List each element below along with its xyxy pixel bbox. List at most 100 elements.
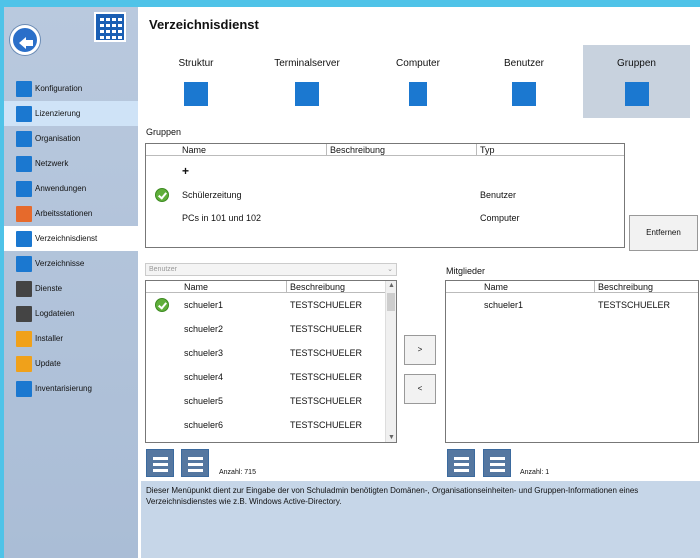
- check-icon: [155, 188, 169, 202]
- type-filter-select[interactable]: Benutzer ⌄: [145, 263, 397, 276]
- column-header[interactable]: Beschreibung: [598, 282, 653, 292]
- vertical-scrollbar[interactable]: ▲ ▼: [385, 281, 396, 442]
- tab-label: Struktur: [178, 58, 214, 69]
- user-name: schueler3: [184, 348, 224, 358]
- user-name: schueler1: [184, 300, 224, 310]
- structure-icon: [184, 82, 208, 106]
- user-description: TESTSCHUELER: [290, 300, 363, 310]
- sidebar-item-label: Update: [35, 359, 61, 368]
- sidebar-item-lizenzierung[interactable]: Lizenzierung: [4, 101, 138, 126]
- sidebar-item-label: Konfiguration: [35, 84, 83, 93]
- scroll-up-icon[interactable]: ▲: [388, 282, 395, 289]
- installer-icon: [16, 330, 32, 347]
- remove-member-button[interactable]: <: [404, 374, 436, 404]
- table-row[interactable]: schueler4 TESTSCHUELER: [146, 367, 385, 387]
- table-row[interactable]: schueler5 TESTSCHUELER: [146, 391, 385, 411]
- select-all-icon[interactable]: [447, 449, 475, 477]
- user-name: schueler6: [184, 420, 224, 430]
- sidebar-item-inventarisierung[interactable]: Inventarisierung: [4, 376, 138, 401]
- help-text: Dieser Menüpunkt dient zur Eingabe der v…: [146, 486, 639, 506]
- table-row[interactable]: Schülerzeitung Benutzer: [146, 185, 624, 205]
- tab-gruppen[interactable]: Gruppen: [583, 45, 690, 118]
- column-header[interactable]: Typ: [480, 145, 495, 155]
- table-row[interactable]: schueler1 TESTSCHUELER: [446, 295, 698, 315]
- sidebar-item-logdateien[interactable]: Logdateien: [4, 301, 138, 326]
- sidebar-item-installer[interactable]: Installer: [4, 326, 138, 351]
- sidebar-item-update[interactable]: Update: [4, 351, 138, 376]
- sidebar-item-netzwerk[interactable]: Netzwerk: [4, 151, 138, 176]
- group-type: Benutzer: [480, 190, 517, 200]
- groups-section-label: Gruppen: [146, 127, 182, 137]
- table-row[interactable]: schueler1 TESTSCHUELER: [146, 295, 385, 315]
- group-name: PCs in 101 und 102: [182, 213, 262, 223]
- user-description: TESTSCHUELER: [290, 324, 363, 334]
- select-all-icon[interactable]: [146, 449, 174, 477]
- page-title: Verzeichnisdienst: [149, 17, 259, 32]
- members-table: Name Beschreibung schueler1 TESTSCHUELER: [445, 280, 699, 443]
- list-view-icon[interactable]: [483, 449, 511, 477]
- sidebar-item-label: Verzeichnisdienst: [35, 234, 98, 243]
- scroll-down-icon[interactable]: ▼: [388, 434, 395, 441]
- tab-label: Benutzer: [503, 58, 545, 69]
- column-header[interactable]: Beschreibung: [290, 282, 345, 292]
- gear-icon: [16, 80, 32, 97]
- sidebar-item-verzeichnisse[interactable]: Verzeichnisse: [4, 251, 138, 276]
- groups-icon: [624, 82, 649, 106]
- inventory-icon: [16, 380, 32, 397]
- column-header[interactable]: Name: [484, 282, 508, 292]
- directory-icon: [16, 230, 32, 247]
- tab-label: Terminalserver: [274, 58, 340, 69]
- table-row[interactable]: PCs in 101 und 102 Computer: [146, 208, 624, 228]
- add-icon[interactable]: +: [182, 164, 189, 178]
- sidebar-item-verzeichnisdienst[interactable]: Verzeichnisdienst: [4, 226, 138, 251]
- sidebar-item-konfiguration[interactable]: Konfiguration: [4, 76, 138, 101]
- window-icon: [16, 180, 32, 197]
- group-type: Computer: [480, 213, 520, 223]
- table-row[interactable]: schueler3 TESTSCHUELER: [146, 343, 385, 363]
- add-member-button[interactable]: >: [404, 335, 436, 365]
- table-row[interactable]: schueler6 TESTSCHUELER: [146, 415, 385, 435]
- table-header: Name Beschreibung: [146, 281, 385, 293]
- tab-label: Gruppen: [617, 58, 656, 69]
- workstation-icon: [16, 205, 32, 222]
- tab-benutzer[interactable]: Benutzer: [484, 45, 564, 118]
- sidebar-item-organisation[interactable]: Organisation: [4, 126, 138, 151]
- column-header[interactable]: Beschreibung: [330, 145, 385, 155]
- sidebar-item-arbeitsstationen[interactable]: Arbeitsstationen: [4, 201, 138, 226]
- tab-struktur[interactable]: Struktur: [156, 45, 236, 118]
- sidebar-item-label: Arbeitsstationen: [35, 209, 93, 218]
- list-view-icon[interactable]: [181, 449, 209, 477]
- update-icon: [16, 355, 32, 372]
- remove-button[interactable]: Entfernen: [629, 215, 698, 251]
- tab-computer[interactable]: Computer: [378, 45, 458, 118]
- check-icon: [155, 298, 169, 312]
- table-row[interactable]: schueler2 TESTSCHUELER: [146, 319, 385, 339]
- user-description: TESTSCHUELER: [290, 420, 363, 430]
- help-text-panel: Dieser Menüpunkt dient zur Eingabe der v…: [141, 481, 700, 558]
- user-description: TESTSCHUELER: [290, 372, 363, 382]
- select-value: Benutzer: [149, 266, 178, 273]
- scroll-thumb[interactable]: [387, 293, 395, 311]
- sidebar-item-dienste[interactable]: Dienste: [4, 276, 138, 301]
- sidebar-item-label: Dienste: [35, 284, 63, 293]
- tab-terminalserver[interactable]: Terminalserver: [267, 45, 347, 118]
- network-icon: [16, 155, 32, 172]
- log-icon: [16, 305, 32, 322]
- members-section-label: Mitglieder: [446, 266, 486, 276]
- folder-icon: [16, 255, 32, 272]
- sidebar-item-anwendungen[interactable]: Anwendungen: [4, 176, 138, 201]
- column-header[interactable]: Name: [184, 282, 208, 292]
- tab-bar: Struktur Terminalserver Computer Benutze…: [145, 45, 700, 118]
- sidebar-item-label: Verzeichnisse: [35, 259, 85, 268]
- sidebar-item-label: Anwendungen: [35, 184, 87, 193]
- sidebar-item-label: Installer: [35, 334, 64, 343]
- terminalserver-icon: [295, 82, 319, 106]
- chevron-down-icon: ⌄: [387, 266, 393, 273]
- back-arrow-icon[interactable]: [10, 25, 40, 55]
- license-icon: [16, 105, 32, 122]
- sidebar-item-label: Inventarisierung: [35, 384, 92, 393]
- add-row[interactable]: +: [146, 161, 624, 181]
- column-header[interactable]: Name: [182, 145, 206, 155]
- calendar-icon[interactable]: [94, 12, 126, 42]
- users-table: Name Beschreibung schueler1 TESTSCHUELER…: [145, 280, 397, 443]
